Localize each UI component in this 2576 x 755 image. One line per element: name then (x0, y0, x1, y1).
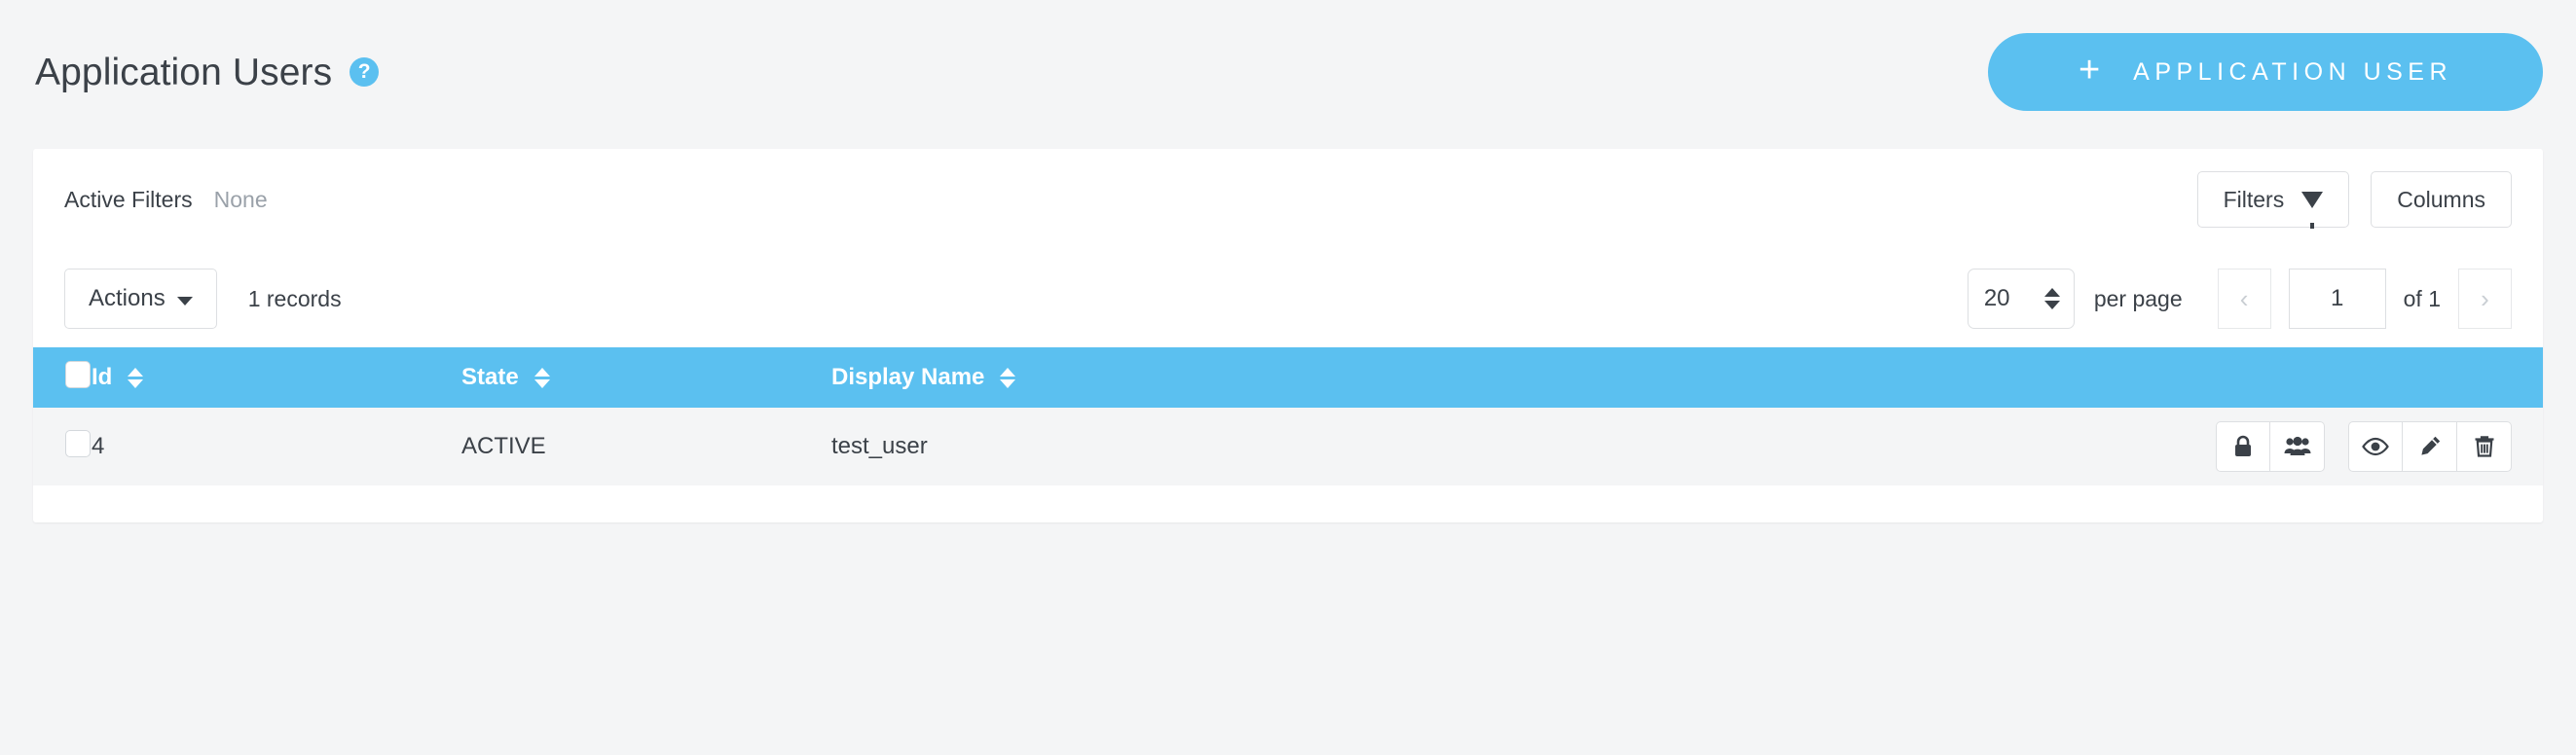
column-header-id-label: Id (92, 364, 113, 390)
per-page-select[interactable]: 20 (1967, 269, 2075, 329)
active-filters-value: None (213, 186, 268, 212)
per-page-label: per page (2093, 285, 2183, 311)
table-body: 4 ACTIVE test_user (33, 408, 2543, 485)
users-group-icon-button[interactable] (2270, 421, 2325, 472)
active-filters-label: Active Filters (64, 186, 193, 212)
column-header-state-label: State (461, 364, 519, 390)
page-title: Application Users (35, 51, 333, 93)
trash-icon (2475, 436, 2493, 457)
filters-button-label: Filters (2223, 186, 2285, 212)
pagination-controls: 20 per page ‹ of 1 › (1967, 269, 2512, 329)
add-application-user-label: APPLICATION USER (2133, 57, 2453, 86)
select-all-header (33, 347, 92, 408)
filters-button[interactable]: Filters (2196, 171, 2350, 229)
per-page-value: 20 (1983, 285, 2010, 311)
column-header-state[interactable]: State (461, 347, 831, 408)
users-group-icon (2284, 436, 2310, 455)
columns-button-label: Columns (2397, 186, 2485, 212)
edit-icon-button[interactable] (2403, 421, 2457, 472)
row-action-buttons (1970, 421, 2543, 472)
toolbar-left: Actions 1 records (64, 269, 342, 329)
columns-button[interactable]: Columns (2371, 171, 2512, 228)
actions-dropdown-button[interactable]: Actions (64, 269, 217, 329)
pager: ‹ of 1 › (2217, 269, 2512, 329)
sort-icon[interactable] (128, 367, 144, 388)
funnel-icon (2301, 191, 2324, 229)
sort-icon[interactable] (1000, 367, 1016, 388)
filter-actions: Filters Columns (2196, 171, 2512, 229)
cell-display-name: test_user (831, 433, 928, 459)
row-action-group-crud (2348, 421, 2512, 472)
column-header-display-name[interactable]: Display Name (831, 347, 1970, 408)
application-users-page: Application Users ? + APPLICATION USER A… (0, 0, 2576, 755)
next-page-button[interactable]: › (2458, 269, 2512, 329)
lock-icon (2235, 435, 2251, 456)
row-select-checkbox[interactable] (65, 429, 91, 457)
column-header-actions (1970, 347, 2543, 408)
select-all-checkbox[interactable] (65, 360, 91, 388)
users-table: Id State Display Name 4 ACTIVE test_user (33, 347, 2543, 485)
eye-icon (2362, 437, 2389, 456)
pencil-icon (2420, 436, 2440, 455)
page-header: Application Users ? + APPLICATION USER (0, 0, 2576, 144)
page-number-input[interactable] (2288, 269, 2386, 329)
records-count: 1 records (247, 285, 342, 311)
users-card: Active Filters None Filters Columns Acti… (33, 149, 2543, 522)
caret-down-icon (176, 296, 193, 306)
add-application-user-button[interactable]: + APPLICATION USER (1988, 33, 2543, 111)
title-group: Application Users ? (35, 51, 380, 93)
table-row: 4 ACTIVE test_user (33, 408, 2543, 485)
column-header-display-name-label: Display Name (831, 364, 985, 390)
actions-dropdown-label: Actions (89, 285, 166, 311)
table-header-row: Id State Display Name (33, 347, 2543, 408)
sort-icon[interactable] (534, 367, 550, 388)
active-filters: Active Filters None (64, 187, 268, 213)
column-header-id[interactable]: Id (92, 347, 461, 408)
cell-state: ACTIVE (461, 433, 546, 459)
lock-icon-button[interactable] (2216, 421, 2270, 472)
spinner-arrows-icon (2043, 288, 2060, 309)
question-circle-icon[interactable]: ? (350, 57, 380, 87)
cell-row-actions (1970, 408, 2543, 485)
previous-page-button[interactable]: ‹ (2217, 269, 2271, 329)
table-toolbar: Actions 1 records 20 per page ‹ of (33, 250, 2543, 347)
filter-bar: Active Filters None Filters Columns (33, 149, 2543, 250)
cell-id: 4 (92, 433, 105, 459)
total-pages-label: of 1 (2403, 285, 2441, 311)
row-select-cell (33, 408, 92, 485)
plus-icon: + (2078, 50, 2101, 90)
row-action-group-permissions (2216, 421, 2325, 472)
view-icon-button[interactable] (2348, 421, 2403, 472)
delete-icon-button[interactable] (2457, 421, 2512, 472)
table-head: Id State Display Name (33, 347, 2543, 408)
